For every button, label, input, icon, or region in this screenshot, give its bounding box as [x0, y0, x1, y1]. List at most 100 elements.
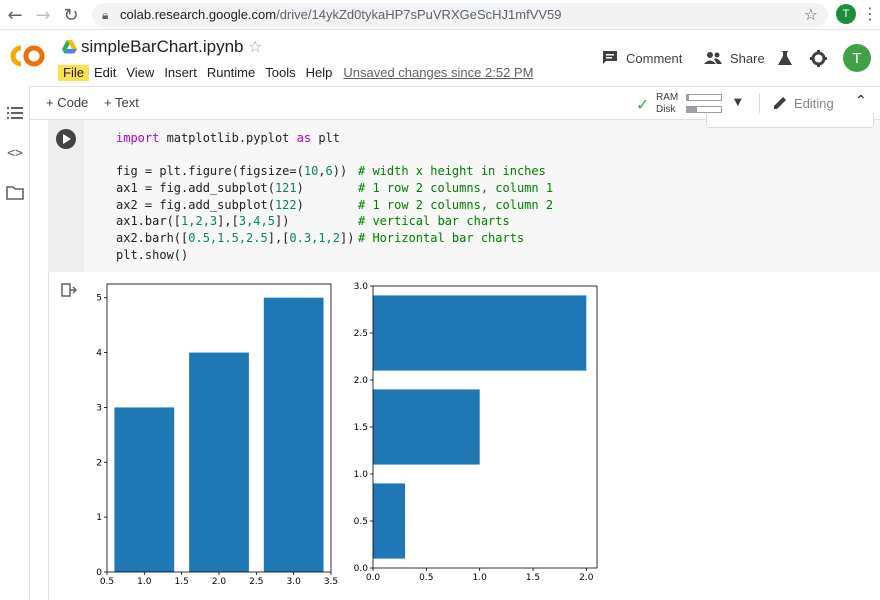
lock-icon[interactable]: 🔒︎	[102, 8, 108, 23]
code-comment-3: # width x height in inches	[358, 164, 546, 178]
bar-1	[114, 407, 175, 572]
cell-toolbar[interactable]	[706, 114, 874, 128]
add-code-button[interactable]: + Code	[46, 95, 88, 110]
menu-bar: File Edit View Insert Runtime Tools Help…	[58, 65, 533, 81]
bar-3	[263, 297, 324, 572]
browser-address-bar: ← → ↻ 🔒︎ colab.research.google.com/drive…	[0, 0, 880, 30]
cell-output: 0.5 1.0 1.5 2.0 2.5 3.0 3.5 0 1 2 3 4 5 0.0 0.5 1.0 1.5 2…	[48, 272, 880, 600]
matplotlib-figure: 0.5 1.0 1.5 2.0 2.5 3.0 3.5 0 1 2 3 4 5 0.0 0.5 1.0 1.5 2…	[96, 282, 598, 587]
chart1-xtick-label: 3.0	[287, 577, 302, 587]
reload-icon[interactable]: ↻	[60, 4, 82, 26]
colab-logo-icon[interactable]	[8, 42, 50, 70]
code-comment-7: # Horizontal bar charts	[358, 231, 525, 245]
hbar-1	[373, 483, 405, 559]
chart2-ytick-label: 0.5	[354, 517, 368, 527]
disk-bar	[686, 106, 722, 113]
run-cell-button[interactable]	[56, 129, 76, 149]
chevron-up-icon[interactable]: ⌃	[855, 93, 867, 109]
back-arrow-icon[interactable]: ←	[4, 4, 26, 26]
code-line-3: fig = plt.figure(figsize=(10,6))	[116, 164, 348, 178]
code-line-8: plt.show()	[116, 248, 189, 262]
table-of-contents-icon[interactable]	[6, 104, 24, 122]
code-comment-4: # 1 row 2 columns, column 1	[358, 181, 554, 195]
resources-indicator[interactable]: ✓ RAM Disk ▼	[636, 90, 748, 116]
code-line-5: ax2 = fig.add_subplot(122)	[116, 198, 304, 212]
chart1-xtick-label: 0.5	[100, 577, 114, 587]
code-cell[interactable]: import matplotlib.pyplot as plt fig = pl…	[48, 114, 880, 600]
hbar-3	[373, 295, 587, 371]
chart2-ytick-label: 2.0	[354, 376, 369, 386]
settings-gear-icon[interactable]	[810, 50, 827, 67]
unsaved-changes-link[interactable]: Unsaved changes since 2:52 PM	[343, 65, 533, 81]
chart1-xtick-label: 2.0	[212, 577, 227, 587]
chart1-ytick-label: 0	[96, 568, 102, 578]
code-line-4: ax1 = fig.add_subplot(121)	[116, 181, 304, 195]
disk-label: Disk	[656, 104, 676, 115]
chart2-xtick-label: 0.5	[419, 573, 433, 583]
ram-bar-fill	[687, 95, 689, 100]
toolbar-divider	[759, 93, 760, 113]
chart1-ytick-label: 4	[96, 349, 102, 359]
ram-label: RAM	[656, 92, 679, 103]
chart2-ytick-label: 0.0	[354, 564, 369, 574]
code-line-7: ax2.barh([0.5,1.5,2.5],[0.3,1,2])	[116, 231, 355, 245]
chart1-ytick-label: 2	[96, 458, 102, 468]
user-avatar[interactable]: T	[843, 44, 871, 72]
share-button[interactable]: Share	[704, 48, 765, 68]
url-bar[interactable]: 🔒︎ colab.research.google.com/drive/14ykZ…	[92, 3, 828, 27]
code-comment-6: # vertical bar charts	[358, 214, 510, 228]
notebook-title[interactable]: simpleBarChart.ipynb	[81, 37, 244, 57]
chart2-ytick-label: 1.5	[354, 423, 368, 433]
chart2-ytick-label: 2.5	[354, 329, 368, 339]
chart1-xtick-label: 1.5	[175, 577, 189, 587]
bar-2	[189, 352, 249, 572]
code-editor[interactable]: import matplotlib.pyplot as plt fig = pl…	[84, 120, 880, 272]
chart1-ytick-label: 3	[96, 403, 102, 413]
pencil-icon	[774, 97, 786, 109]
menu-view[interactable]: View	[121, 65, 159, 81]
hbar-2	[373, 389, 480, 465]
colab-header: simpleBarChart.ipynb ☆ File Edit View In…	[0, 30, 880, 86]
chart2-xtick-label: 2.0	[579, 573, 594, 583]
play-icon	[63, 134, 71, 144]
left-sidebar: <>	[0, 86, 30, 600]
code-snippets-icon[interactable]: <>	[6, 144, 24, 162]
menu-runtime[interactable]: Runtime	[202, 65, 260, 81]
chart1-ytick-label: 5	[96, 294, 102, 304]
comment-button[interactable]: Comment	[602, 48, 682, 68]
menu-file[interactable]: File	[58, 65, 89, 81]
share-label: Share	[730, 50, 765, 66]
chart1-xtick-label: 2.5	[249, 577, 263, 587]
menu-help[interactable]: Help	[301, 65, 338, 81]
editing-label: Editing	[794, 95, 834, 111]
output-menu-icon[interactable]	[61, 282, 77, 298]
kebab-menu-icon[interactable]: ⋮	[862, 4, 878, 23]
connected-check-icon: ✓	[636, 95, 650, 114]
forward-arrow-icon[interactable]: →	[32, 4, 54, 26]
bookmark-star-icon[interactable]: ☆	[804, 5, 818, 24]
files-folder-icon[interactable]	[6, 184, 24, 202]
code-line-1: import matplotlib.pyplot as plt	[116, 131, 340, 145]
code-line-6: ax1.bar([1,2,3],[3,4,5])	[116, 214, 290, 228]
comment-icon	[603, 51, 617, 64]
chart1-xtick-label: 3.5	[324, 577, 338, 587]
url-text[interactable]: colab.research.google.com/drive/14ykZd0t…	[120, 7, 562, 22]
google-drive-icon[interactable]	[62, 40, 77, 54]
editing-mode-button[interactable]: Editing	[772, 95, 834, 111]
star-notebook-icon[interactable]: ☆	[248, 37, 262, 56]
menu-tools[interactable]: Tools	[260, 65, 300, 81]
menu-edit[interactable]: Edit	[89, 65, 121, 81]
ram-bar	[686, 94, 722, 101]
chart1-ytick-label: 1	[96, 513, 102, 523]
cell-gutter	[48, 120, 84, 272]
code-comment-5: # 1 row 2 columns, column 2	[358, 198, 554, 212]
chevron-down-icon[interactable]: ▼	[734, 97, 742, 108]
people-icon	[704, 52, 722, 64]
chart2-ytick-label: 3.0	[354, 282, 369, 292]
chart2-xtick-label: 1.0	[473, 573, 488, 583]
chart1-xtick-label: 1.0	[137, 577, 152, 587]
browser-profile-avatar[interactable]: T	[836, 4, 856, 24]
flask-icon[interactable]	[777, 50, 793, 66]
add-text-button[interactable]: + Text	[104, 95, 139, 110]
menu-insert[interactable]: Insert	[159, 65, 202, 81]
